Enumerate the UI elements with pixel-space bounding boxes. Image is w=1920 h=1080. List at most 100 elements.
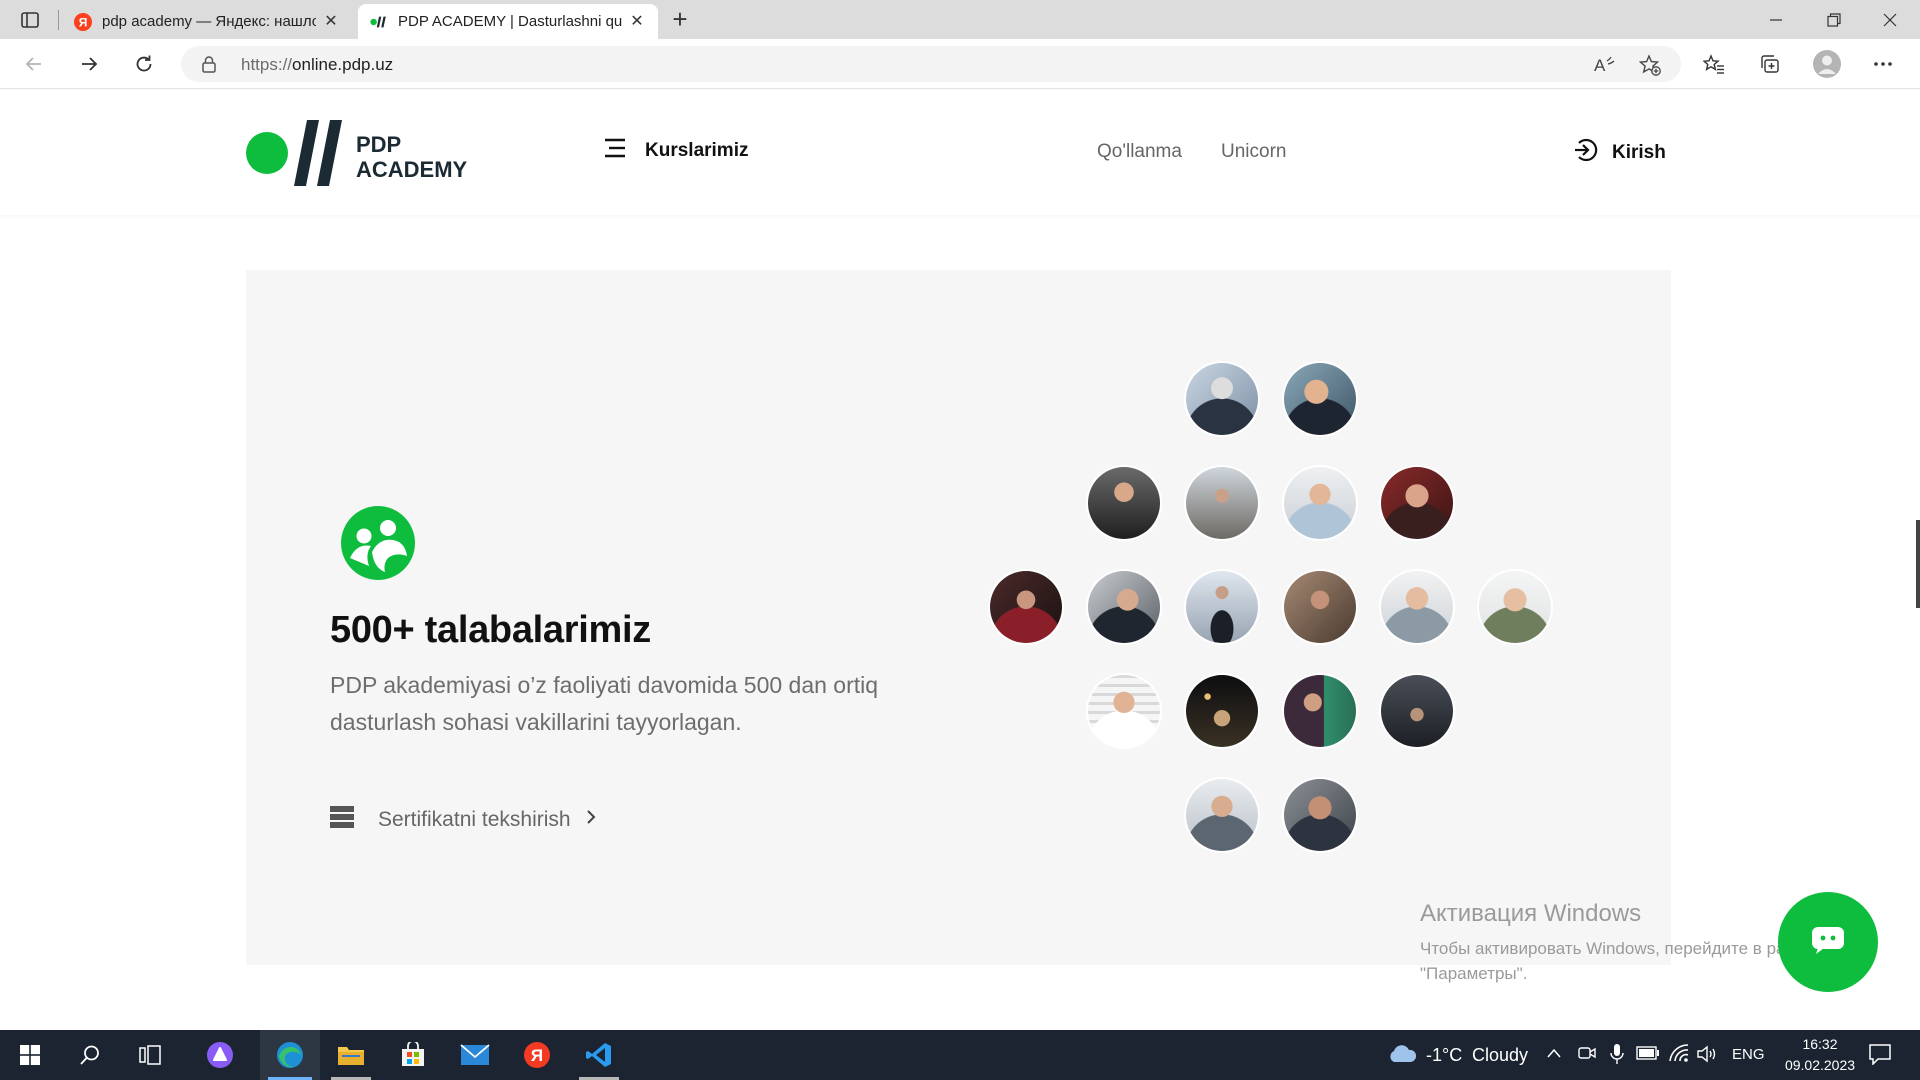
nav-link-guide[interactable]: Qo'llanma [1097, 141, 1182, 163]
back-icon[interactable] [17, 47, 51, 81]
refresh-icon[interactable] [127, 47, 161, 81]
url-text[interactable]: https://online.pdp.uz [241, 55, 393, 75]
windows-activation-watermark: Активация Windows Чтобы активировать Win… [1420, 900, 1821, 986]
logo-text: PDP ACADEMY [356, 132, 467, 182]
vscode-icon[interactable] [569, 1030, 629, 1080]
store-icon[interactable] [383, 1030, 443, 1080]
check-certificate-label: Sertifikatni tekshirish [378, 807, 571, 831]
tab-title: pdp academy — Яндекс: нашлось [102, 13, 316, 30]
student-avatar [1381, 675, 1453, 747]
search-icon[interactable] [60, 1030, 120, 1080]
student-avatar [990, 571, 1062, 643]
student-avatar [1284, 571, 1356, 643]
tab-close-icon[interactable]: ✕ [322, 13, 340, 31]
sidebar-toggle-icon[interactable] [12, 7, 48, 33]
browser-toolbar: https://online.pdp.uz A [0, 39, 1920, 89]
student-avatar [1186, 571, 1258, 643]
chat-button[interactable] [1778, 892, 1878, 992]
add-favorite-icon[interactable] [1637, 52, 1663, 78]
yandex-favicon: Я [74, 12, 92, 31]
student-avatar [1088, 467, 1160, 539]
minimize-icon[interactable] [1748, 0, 1804, 39]
students-title: 500+ talabalarimiz [330, 609, 651, 651]
start-icon[interactable] [0, 1030, 60, 1080]
address-bar[interactable]: https://online.pdp.uz A [181, 46, 1681, 82]
chevron-right-icon [585, 808, 597, 831]
activation-title: Активация Windows [1420, 900, 1642, 927]
login-label: Kirish [1612, 141, 1666, 163]
student-avatar [1186, 467, 1258, 539]
pdp-academy-logo[interactable]: PDP ACADEMY [246, 118, 486, 188]
page-scrollbar[interactable] [1916, 520, 1920, 608]
courses-menu-button[interactable]: Kurslarimiz [603, 137, 748, 164]
weather-temperature[interactable]: -1°C [1426, 1045, 1462, 1066]
microphone-icon[interactable] [1610, 1043, 1624, 1070]
weather-cloud-icon[interactable] [1386, 1042, 1418, 1071]
restore-icon[interactable] [1806, 0, 1862, 39]
login-icon [1572, 136, 1600, 169]
student-avatar [1284, 675, 1356, 747]
notifications-icon[interactable] [1868, 1043, 1892, 1070]
students-icon [341, 506, 415, 585]
student-avatar [1186, 779, 1258, 851]
check-certificate-link[interactable]: Sertifikatni tekshirish [330, 805, 597, 834]
system-clock[interactable]: 16:32 09.02.2023 [1780, 1034, 1860, 1076]
new-tab-button[interactable]: + [665, 5, 695, 35]
activation-line1: Чтобы активировать Windows, перейдите в … [1420, 939, 1822, 958]
clock-date: 09.02.2023 [1784, 1057, 1856, 1073]
student-avatar [1284, 363, 1356, 435]
lock-icon[interactable] [201, 55, 217, 78]
clock-time: 16:32 [1802, 1036, 1838, 1052]
student-avatar [1381, 571, 1453, 643]
student-avatar [1284, 779, 1356, 851]
student-avatar [1479, 571, 1551, 643]
task-view-icon[interactable] [120, 1030, 180, 1080]
student-avatar [1088, 675, 1160, 747]
read-aloud-icon[interactable]: A [1591, 52, 1617, 78]
profile-icon[interactable] [1810, 47, 1844, 81]
nav-link-unicorn[interactable]: Unicorn [1221, 141, 1286, 163]
meet-now-icon[interactable] [1578, 1044, 1596, 1067]
pdp-favicon [370, 13, 388, 31]
logo-line-pdp: PDP [356, 132, 402, 157]
weather-condition[interactable]: Cloudy [1472, 1045, 1528, 1066]
browser-tab-strip: Я pdp academy — Яндекс: нашлось ✕ PDP AC… [0, 0, 1920, 39]
svg-text:A: A [1594, 56, 1606, 74]
favorites-icon[interactable] [1697, 47, 1731, 81]
battery-icon[interactable] [1636, 1046, 1660, 1065]
tab-title: PDP ACADEMY | Dasturlashni qulay [398, 13, 622, 30]
tab-pdp-academy[interactable]: PDP ACADEMY | Dasturlashni qulay ✕ [358, 4, 658, 39]
certificate-icon [330, 805, 354, 834]
tab-close-icon[interactable]: ✕ [628, 13, 646, 31]
tab-yandex-search[interactable]: Я pdp academy — Яндекс: нашлось ✕ [62, 4, 352, 39]
yandex-browser-icon[interactable]: Я [507, 1030, 567, 1080]
forward-icon[interactable] [72, 47, 106, 81]
alice-icon[interactable] [190, 1030, 250, 1080]
file-explorer-icon[interactable] [321, 1030, 381, 1080]
login-button[interactable]: Kirish [1572, 136, 1666, 169]
more-icon[interactable] [1866, 47, 1900, 81]
student-avatar [1088, 571, 1160, 643]
show-hidden-icons-icon[interactable] [1546, 1046, 1562, 1064]
mail-icon[interactable] [445, 1030, 505, 1080]
student-avatar [1284, 467, 1356, 539]
windows-taskbar: Я -1°C Cloudy ENG 16:32 09.02.2023 [0, 1030, 1920, 1080]
student-avatar [1381, 467, 1453, 539]
logo-line-academy: ACADEMY [356, 157, 468, 182]
site-header: PDP ACADEMY Kurslarimiz Qo'llanma Unicor… [0, 90, 1920, 215]
close-icon[interactable] [1862, 0, 1918, 39]
students-description: PDP akademiyasi o’z faoliyati davomida 5… [330, 672, 879, 735]
collections-icon[interactable] [1753, 47, 1787, 81]
hamburger-icon [603, 137, 627, 164]
activation-line2: "Параметры". [1420, 964, 1528, 983]
courses-label: Kurslarimiz [645, 139, 749, 161]
input-language[interactable]: ENG [1732, 1046, 1765, 1063]
chat-icon [1810, 925, 1846, 960]
svg-text:Я: Я [79, 15, 88, 29]
edge-icon[interactable] [260, 1030, 320, 1080]
wifi-icon[interactable] [1668, 1043, 1690, 1068]
student-avatar [1186, 675, 1258, 747]
student-avatar [1186, 363, 1258, 435]
tab-separator [58, 10, 59, 30]
volume-icon[interactable] [1696, 1044, 1718, 1069]
